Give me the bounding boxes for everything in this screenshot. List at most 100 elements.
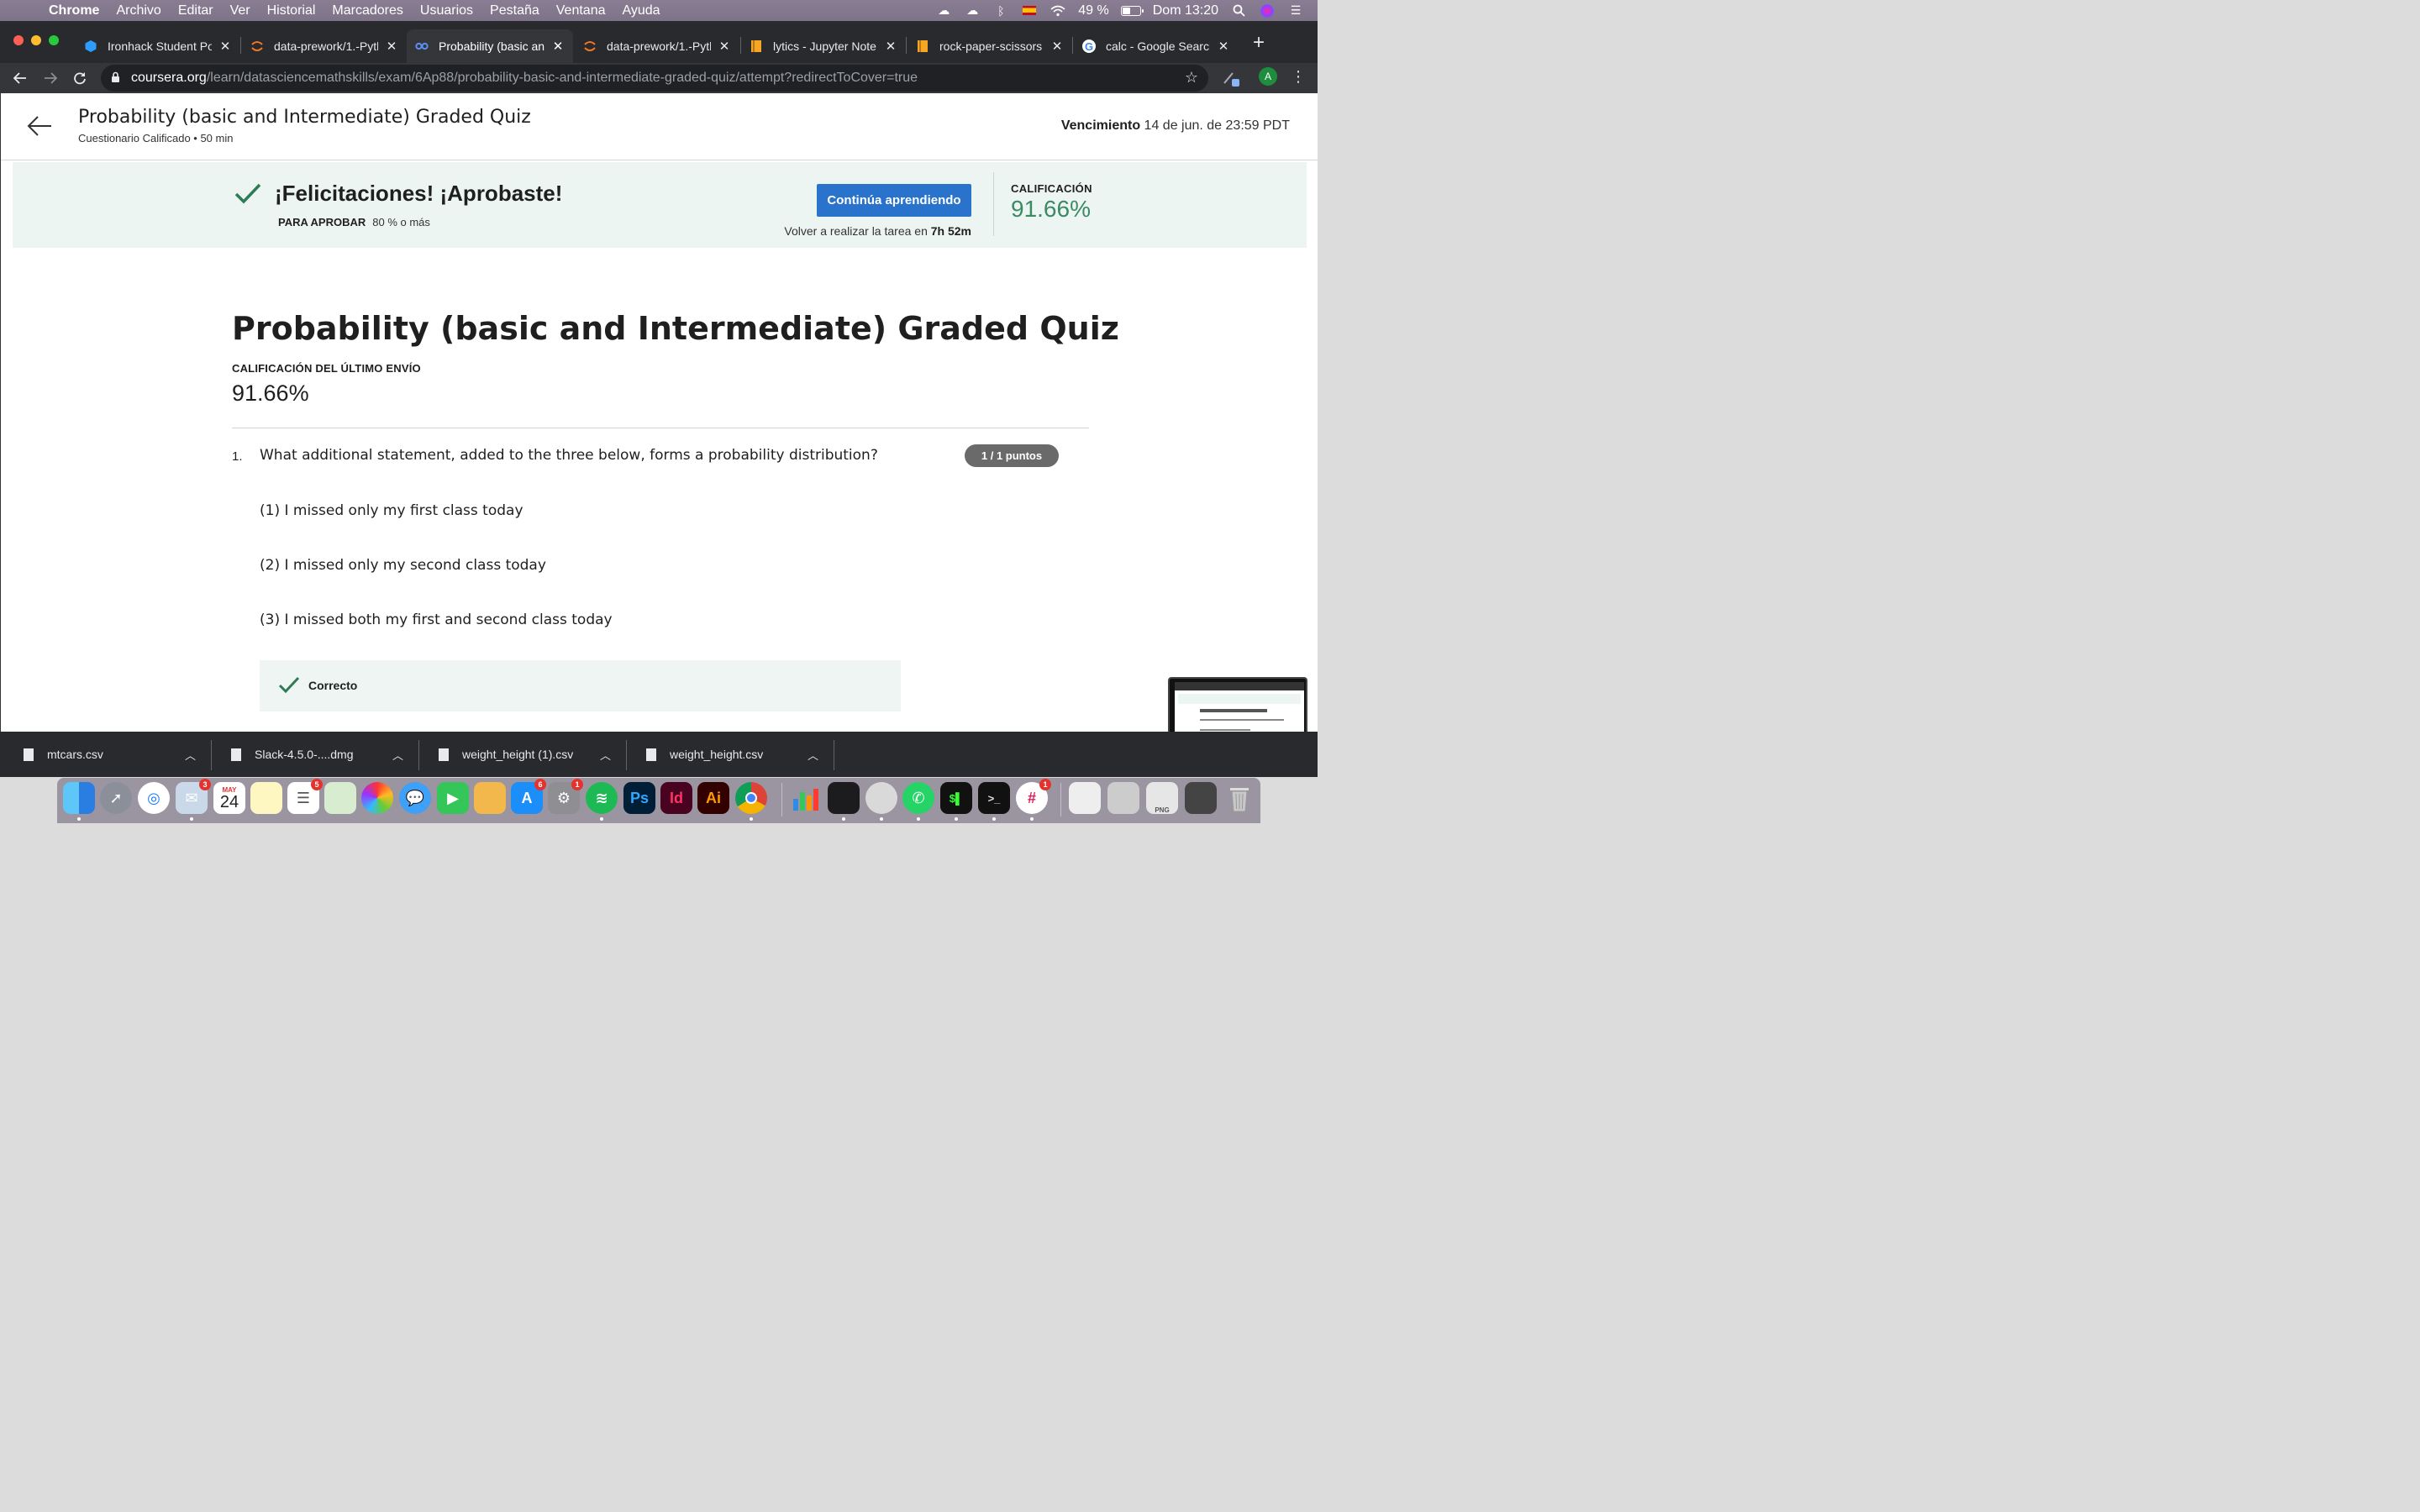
window-close-button[interactable] <box>13 35 24 45</box>
congrats-title: ¡Felicitaciones! ¡Aprobaste! <box>275 181 563 206</box>
spain-flag-icon[interactable] <box>1021 4 1038 18</box>
png-file-icon[interactable]: PNG <box>1146 782 1178 814</box>
download-item-slack[interactable]: Slack-4.5.0-....dmg ︿ <box>231 732 418 777</box>
activity-monitor-icon[interactable] <box>828 782 860 821</box>
menubar-clock[interactable]: Dom 13:20 <box>1153 3 1218 18</box>
wifi-icon[interactable] <box>1050 4 1066 18</box>
chevron-up-icon[interactable]: ︿ <box>185 747 196 763</box>
download-item-mtcars[interactable]: mtcars.csv ︿ <box>24 732 210 777</box>
last-submission-label: CALIFICACIÓN DEL ÚLTIMO ENVÍO <box>232 362 421 375</box>
close-icon[interactable]: ✕ <box>884 39 897 54</box>
extension-icon[interactable] <box>1221 68 1241 88</box>
downloads-stack-icon[interactable] <box>1107 782 1139 814</box>
back-arrow-icon[interactable] <box>26 112 55 140</box>
address-bar[interactable]: coursera.org/learn/datasciencemathskills… <box>101 65 1208 92</box>
menu-ventana[interactable]: Ventana <box>556 3 606 18</box>
cloud-sync-icon[interactable]: ☁ <box>964 3 981 18</box>
iterm-icon[interactable]: $▌ <box>940 782 972 821</box>
slack-badge: 1 <box>1039 779 1051 790</box>
close-icon[interactable]: ✕ <box>1217 39 1230 54</box>
safari-icon[interactable]: ◎ <box>138 782 170 814</box>
maps-icon[interactable] <box>324 782 356 814</box>
system-preferences-icon[interactable]: ⚙ 1 <box>548 779 583 814</box>
finder-icon[interactable] <box>63 782 95 821</box>
chrome-tab-strip: Ironhack Student Po ✕ data-prework/1.-Py… <box>0 21 1318 63</box>
tab-ironhack[interactable]: Ironhack Student Po ✕ <box>76 29 240 63</box>
reload-button[interactable] <box>68 66 92 90</box>
sequel-pro-icon[interactable] <box>865 782 897 821</box>
menu-archivo[interactable]: Archivo <box>116 3 160 18</box>
slack-icon[interactable]: #1 <box>1016 779 1051 821</box>
calendar-icon[interactable]: MAY 24 <box>213 782 245 814</box>
whatsapp-icon[interactable]: ✆ <box>902 782 934 821</box>
terminal-icon[interactable]: >_ <box>978 782 1010 821</box>
chevron-up-icon[interactable]: ︿ <box>600 747 611 763</box>
back-button[interactable] <box>8 66 32 90</box>
messages-icon[interactable]: 💬 <box>399 782 431 814</box>
photoshop-icon[interactable]: Ps <box>623 782 655 814</box>
chevron-up-icon[interactable]: ︿ <box>392 747 403 763</box>
tab-title: Probability (basic an <box>439 39 544 53</box>
close-icon[interactable]: ✕ <box>218 39 232 54</box>
lock-icon[interactable] <box>111 71 123 86</box>
menu-ver[interactable]: Ver <box>230 3 250 18</box>
notification-center-icon[interactable]: ☰ <box>1287 3 1304 18</box>
close-icon[interactable]: ✕ <box>385 39 398 54</box>
bluetooth-icon[interactable]: ᛒ <box>992 4 1009 18</box>
illustrator-icon[interactable]: Ai <box>697 782 729 814</box>
tab-data-prework-1[interactable]: data-prework/1.-Pytl ✕ <box>242 29 407 63</box>
menu-usuarios[interactable]: Usuarios <box>420 3 473 18</box>
documents-folder-icon[interactable] <box>1069 782 1101 814</box>
tab-google-search[interactable]: G calc - Google Search ✕ <box>1074 29 1239 63</box>
bookmark-star-icon[interactable]: ☆ <box>1185 69 1198 87</box>
spotlight-search-icon[interactable] <box>1230 4 1247 18</box>
tab-data-prework-2[interactable]: data-prework/1.-Pytl ✕ <box>575 29 739 63</box>
app-store-icon[interactable]: A6 <box>511 779 546 814</box>
photos-icon[interactable] <box>361 782 393 814</box>
menu-marcadores[interactable]: Marcadores <box>332 3 402 18</box>
spotify-icon[interactable]: ≋ <box>586 782 618 821</box>
reminders-icon[interactable]: ☰ 5 <box>287 779 323 814</box>
chevron-up-icon[interactable]: ︿ <box>808 747 818 763</box>
forward-button[interactable] <box>39 66 62 90</box>
keynote-icon[interactable] <box>474 782 506 814</box>
grade-label: CALIFICACIÓN <box>1011 182 1092 195</box>
window-zoom-button[interactable] <box>49 35 59 45</box>
menu-editar[interactable]: Editar <box>178 3 213 18</box>
menu-app-name[interactable]: Chrome <box>49 3 99 18</box>
battery-fill <box>1122 7 1130 14</box>
battery-icon[interactable] <box>1120 5 1144 16</box>
tab-probability-quiz[interactable]: Probability (basic an ✕ <box>407 29 573 63</box>
notes-icon[interactable] <box>250 782 282 814</box>
screenshots-stack-icon[interactable] <box>1185 782 1217 814</box>
download-filename: weight_height.csv <box>670 748 764 761</box>
menu-ayuda[interactable]: Ayuda <box>623 3 660 18</box>
window-minimize-button[interactable] <box>31 35 41 45</box>
mail-icon[interactable]: ✉ 3 <box>176 779 211 821</box>
indesign-icon[interactable]: Id <box>660 782 692 814</box>
numbers-icon[interactable] <box>790 782 822 814</box>
creative-cloud-icon[interactable]: ☁ <box>935 3 952 18</box>
download-item-weight-height-1[interactable]: weight_height (1).csv ︿ <box>439 732 625 777</box>
close-icon[interactable]: ✕ <box>718 39 731 54</box>
chrome-menu-icon[interactable]: ⋮ <box>1288 68 1308 88</box>
close-icon[interactable]: ✕ <box>1050 39 1064 54</box>
launchpad-icon[interactable]: ➚ <box>100 782 132 814</box>
download-item-weight-height[interactable]: weight_height.csv ︿ <box>646 732 833 777</box>
profile-avatar[interactable]: A <box>1259 67 1277 86</box>
continue-learning-button[interactable]: Continúa aprendiendo <box>817 184 971 217</box>
facetime-icon[interactable]: ▶ <box>437 782 469 814</box>
siri-icon[interactable] <box>1259 3 1276 18</box>
tab-jupyter-notebook[interactable]: lytics - Jupyter Note ✕ <box>741 29 906 63</box>
close-icon[interactable]: ✕ <box>551 39 565 54</box>
new-tab-button[interactable]: + <box>1249 31 1269 55</box>
chrome-icon[interactable] <box>735 782 767 821</box>
screenshot-thumbnail[interactable] <box>1168 677 1307 732</box>
statement-2: (2) I missed only my second class today <box>260 557 546 574</box>
trash-icon[interactable] <box>1223 782 1255 814</box>
quiz-header: Probability (basic and Intermediate) Gra… <box>1 93 1318 160</box>
tab-rock-paper-scissors[interactable]: rock-paper-scissors ✕ <box>908 29 1072 63</box>
menu-pestana[interactable]: Pestaña <box>490 3 539 18</box>
menu-historial[interactable]: Historial <box>267 3 316 18</box>
url-text[interactable]: coursera.org/learn/datasciencemathskills… <box>131 71 918 86</box>
